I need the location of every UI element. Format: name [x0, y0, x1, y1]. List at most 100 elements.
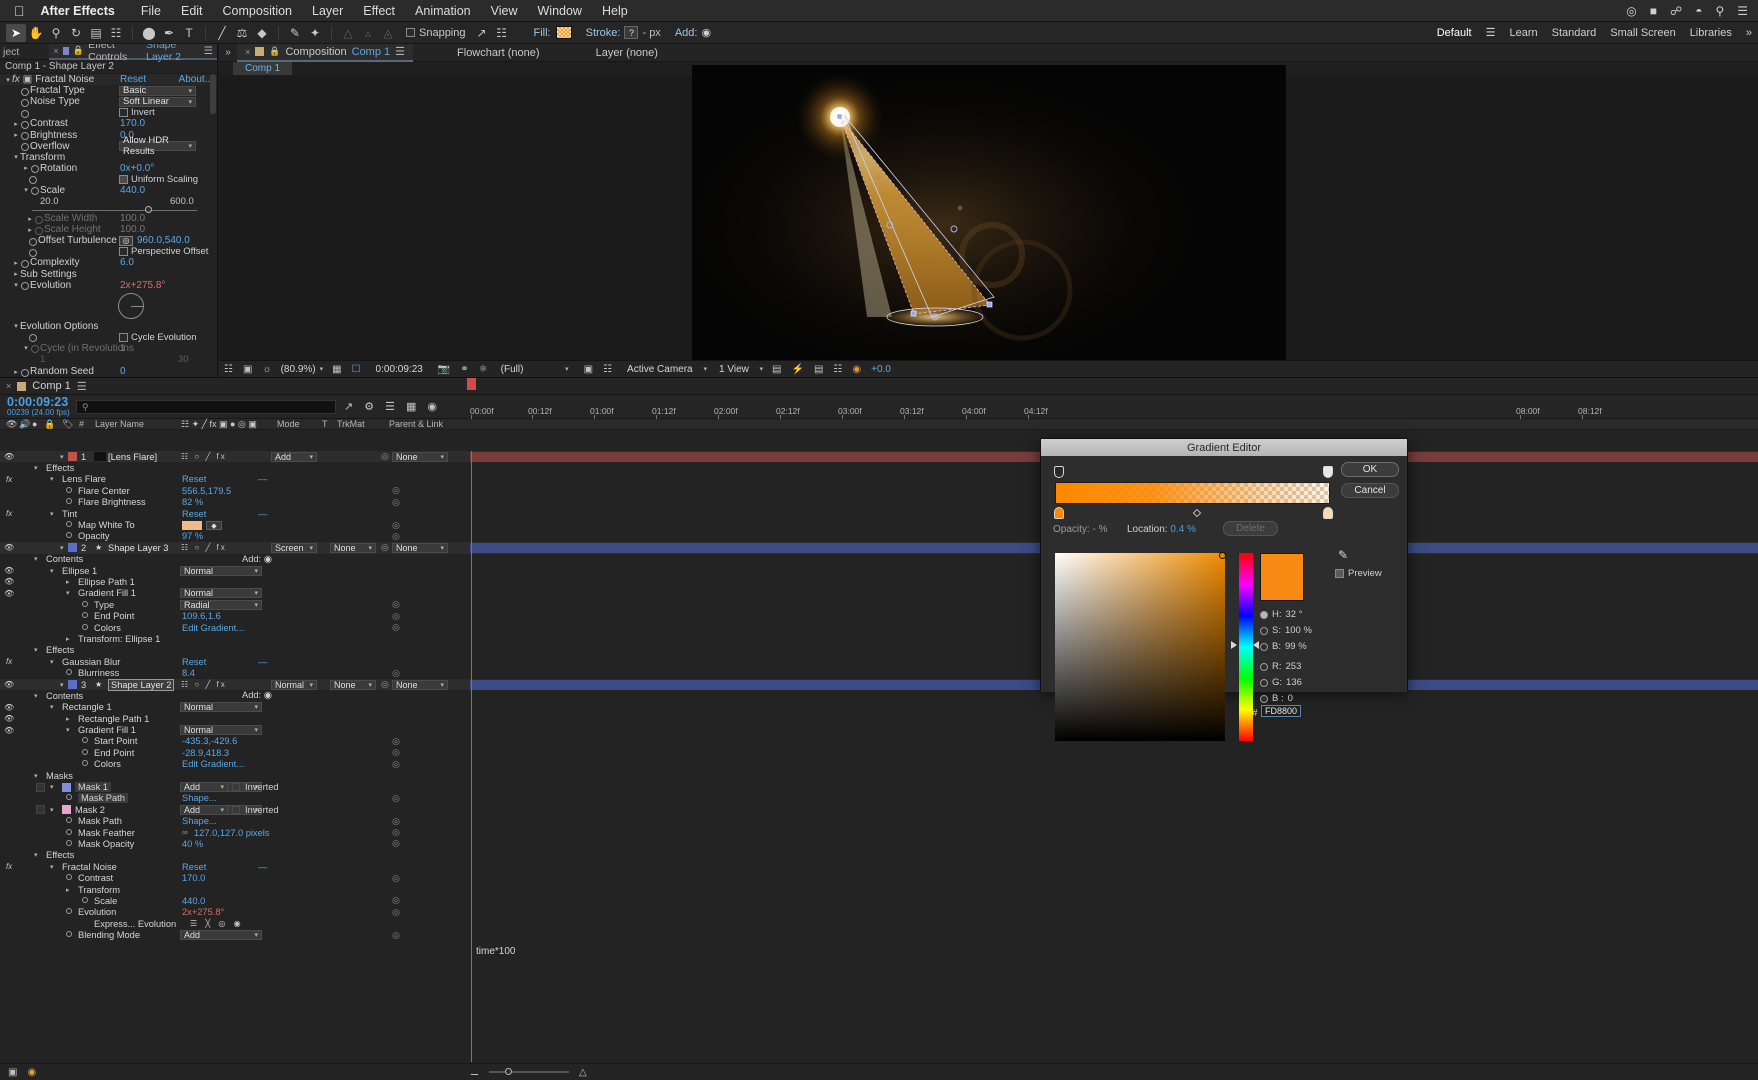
property-name[interactable]: Flare Brightness — [78, 497, 146, 507]
property-name[interactable]: Gaussian Blur — [62, 657, 120, 667]
timeline-ruler[interactable]: 00:00f 00:12f 01:00f 01:12f 02:00f 02:12… — [470, 395, 1758, 419]
timeline-property-row[interactable]: fx ▾ Fractal Noise Reset — — [0, 861, 1758, 872]
disclosure-icon[interactable]: ▸ — [66, 635, 70, 643]
disclosure-icon[interactable]: ▾ — [34, 851, 38, 859]
property-name[interactable]: Lens Flare — [62, 474, 106, 484]
gradient-preview-bar[interactable] — [1055, 482, 1330, 504]
property-name[interactable]: Blurriness — [78, 668, 119, 678]
stopwatch-icon[interactable] — [66, 486, 74, 495]
field-b2-value[interactable]: 0 — [1288, 693, 1293, 704]
camera-select[interactable]: Active Camera ▾ — [623, 364, 711, 375]
parent-pickwhip-icon[interactable]: ◎ — [381, 679, 389, 690]
property-name[interactable]: Contents — [46, 554, 83, 564]
row-fractal-type[interactable]: Fractal Type Basic ▾ — [0, 85, 217, 96]
pixel-aspect-icon[interactable]: ▤ — [767, 362, 786, 377]
stopwatch-icon[interactable] — [66, 828, 74, 837]
stopwatch-icon[interactable] — [82, 737, 90, 745]
row-value[interactable]: 2x+275.8° — [120, 280, 165, 291]
zoom-in-icon[interactable]: △ — [579, 1067, 587, 1078]
uniform-scaling-group[interactable]: Uniform Scaling — [119, 174, 198, 185]
snap-align-icon[interactable]: ↗ — [472, 24, 492, 42]
render-queue-icon[interactable]: ◉ — [27, 1067, 36, 1078]
timeline-property-row[interactable]: 👁 ▾ Rectangle 1 Normal ▾ — [0, 702, 1758, 713]
layer-name[interactable]: [Lens Flare] — [108, 452, 157, 462]
keyframe-nav-icon[interactable]: ◎ — [392, 611, 400, 622]
field-h-value[interactable]: 32 ° — [1286, 609, 1303, 620]
row-value[interactable]: 0x+0.0° — [120, 163, 154, 174]
property-name[interactable]: Contrast — [78, 873, 113, 883]
timeline-property-row[interactable]: ▾ Effects — [0, 645, 1758, 656]
add-menu-icon[interactable]: ◉ — [701, 26, 711, 39]
row-noise-type[interactable]: Noise Type Soft Linear ▾ — [0, 96, 217, 107]
control-center-icon[interactable]: ☰ — [1737, 4, 1748, 18]
row-contrast[interactable]: ▸ Contrast 170.0 — [0, 118, 217, 129]
stopwatch-icon[interactable] — [28, 237, 37, 246]
toggle-mask-icon[interactable]: ☷ — [598, 362, 617, 377]
field-h[interactable]: H: 32 ° — [1260, 609, 1303, 620]
stopwatch-icon[interactable] — [20, 259, 29, 268]
flowchart-tab[interactable]: Flowchart (none) — [449, 44, 548, 62]
eraser-tool[interactable]: ◆ — [252, 24, 272, 42]
property-name[interactable]: Mask Feather — [78, 828, 135, 838]
property-value[interactable]: -28.9,418.3 — [182, 748, 229, 758]
shape-tool[interactable]: ⬤ — [139, 24, 159, 42]
stopwatch-icon[interactable] — [82, 612, 90, 620]
property-value[interactable]: Reset — [182, 862, 206, 872]
stopwatch-icon[interactable] — [82, 623, 90, 632]
timeline-property-row[interactable]: Opacity 97 % ◎ — [0, 531, 1758, 542]
property-name[interactable]: Map White To — [78, 520, 135, 530]
property-value[interactable]: Edit Gradient... — [182, 759, 244, 769]
preview-checkbox[interactable] — [1335, 569, 1344, 578]
timeline-property-row[interactable]: Mask Opacity 40 % ◎ — [0, 838, 1758, 849]
toggle-switches-icon[interactable]: ▣ — [8, 1067, 17, 1078]
apple-logo-icon[interactable]:  — [14, 3, 25, 19]
project-tab[interactable]: ject — [0, 46, 19, 58]
invert-checkbox-group[interactable]: Invert — [119, 107, 155, 118]
disclosure-icon[interactable]: ▾ — [34, 692, 38, 700]
effect-reset-link[interactable]: Reset — [120, 74, 146, 85]
workspace-small-screen[interactable]: Small Screen — [1610, 27, 1675, 39]
radio-b2[interactable] — [1260, 694, 1268, 703]
property-value[interactable]: Reset — [182, 509, 206, 519]
comp-flowchart-icon[interactable]: ☷ — [828, 362, 847, 377]
camera-tool[interactable]: ▤ — [86, 24, 106, 42]
property-mode-select[interactable]: Normal ▾ — [180, 702, 262, 713]
property-name[interactable]: Type — [94, 600, 114, 610]
hex-input[interactable]: FD8800 — [1261, 705, 1301, 717]
stopwatch-icon[interactable] — [20, 87, 29, 96]
video-toggle-icon[interactable]: 👁 — [4, 452, 14, 461]
roto-brush-tool[interactable]: ✎ — [285, 24, 305, 42]
keyframe-nav-icon[interactable]: ◎ — [392, 599, 400, 610]
menu-item-animation[interactable]: Animation — [405, 4, 481, 18]
keyframe-nav-icon[interactable]: ◎ — [392, 622, 400, 633]
property-name[interactable]: Effects — [46, 645, 74, 655]
row-value[interactable]: 960.0,540.0 — [137, 235, 190, 246]
effect-controls-tab[interactable]: × 🔒 Effect Controls Shape Layer 2 ☰ — [49, 44, 217, 63]
gradient-editor-dialog[interactable]: Gradient Editor Opacity: - % Location: 0… — [1040, 438, 1408, 741]
property-name[interactable]: Blending Mode — [78, 930, 140, 940]
fast-previews-icon[interactable]: ⚡ — [787, 362, 809, 377]
cycle-evolution-checkbox[interactable] — [119, 332, 128, 342]
hand-tool[interactable]: ✋ — [26, 24, 46, 42]
workspace-overflow-icon[interactable]: » — [1746, 27, 1752, 39]
property-name[interactable]: Rectangle Path 1 — [78, 714, 149, 724]
close-icon[interactable]: × — [6, 381, 11, 391]
menu-item-window[interactable]: Window — [528, 4, 592, 18]
zoom-out-icon[interactable]: ⚊ — [470, 1067, 479, 1078]
property-name[interactable]: End Point — [94, 611, 134, 621]
keyframe-nav-icon[interactable]: ◎ — [392, 930, 400, 941]
gradient-midpoint-marker[interactable] — [1192, 508, 1202, 518]
row-perspective-offset[interactable]: Perspective Offset — [0, 246, 217, 257]
stopwatch-icon[interactable] — [20, 281, 29, 291]
keyframe-nav-icon[interactable]: ◎ — [392, 793, 400, 804]
saturation-value-picker[interactable] — [1055, 552, 1226, 741]
playhead-marker[interactable] — [467, 378, 476, 390]
snapping-toggle[interactable]: Snapping — [406, 27, 466, 39]
fractal-type-select[interactable]: Basic ▾ — [119, 85, 196, 96]
row-transform-group[interactable]: ▾ Transform — [0, 152, 217, 163]
chevron-down-icon[interactable]: ▾ — [60, 681, 64, 689]
property-name[interactable]: End Point — [94, 748, 134, 758]
stopwatch-icon[interactable] — [28, 248, 37, 257]
timeline-property-row[interactable]: 👁 ▾ Ellipse 1 Normal ▾ — [0, 565, 1758, 576]
keyframe-nav-icon[interactable]: ◎ — [392, 668, 400, 679]
